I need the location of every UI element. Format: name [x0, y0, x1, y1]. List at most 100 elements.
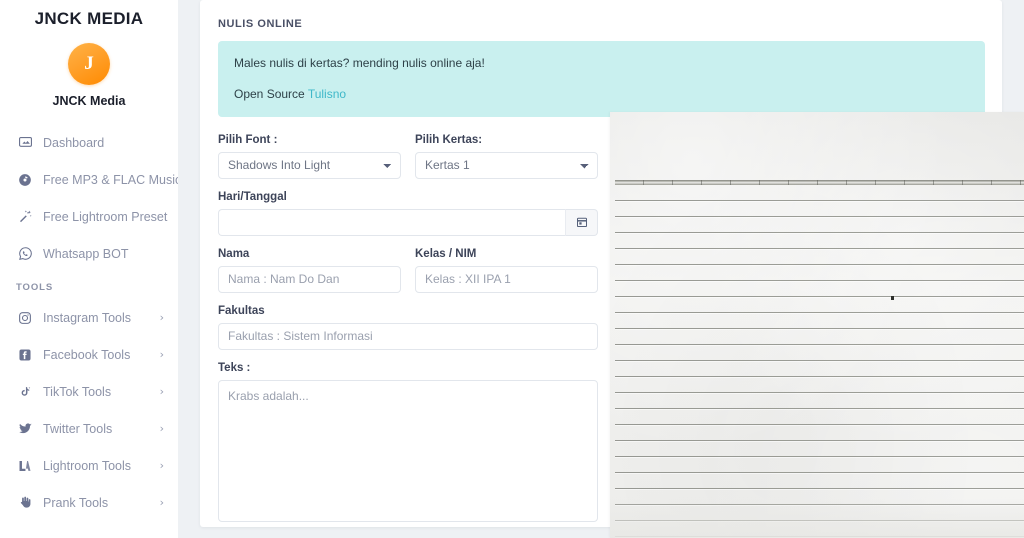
class-field-group: Kelas / NIM: [415, 248, 598, 293]
sidebar-item-label: Twitter Tools: [43, 422, 112, 436]
paper-line: [615, 360, 1024, 361]
sidebar-item-dashboard[interactable]: Dashboard: [0, 124, 178, 161]
paper-line: [615, 216, 1024, 217]
sidebar-item-label: Facebook Tools: [43, 348, 130, 362]
paper-line: [615, 280, 1024, 281]
paper-line: [615, 536, 1024, 537]
sidebar-item-label: Whatsapp BOT: [43, 247, 128, 261]
facebook-icon: [16, 346, 34, 364]
dashboard-icon: [16, 134, 34, 152]
sidebar-item-whatsapp-bot[interactable]: Whatsapp BOT: [0, 235, 178, 272]
logo-letter: J: [84, 54, 94, 73]
sidebar-item-lightroom-tools[interactable]: Lightroom Tools ›: [0, 447, 178, 484]
calendar-icon: [576, 216, 588, 228]
class-input[interactable]: [415, 266, 598, 293]
paper-line: [615, 504, 1024, 505]
faculty-input[interactable]: [218, 323, 598, 350]
alert-source-line: Open Source Tulisno: [234, 86, 969, 103]
sidebar-item-label: Free MP3 & FLAC Music: [43, 173, 178, 187]
logo-circle-icon: J: [68, 43, 110, 85]
sidebar-item-label: TikTok Tools: [43, 385, 111, 399]
paper-header-rule: [615, 180, 1024, 185]
paper-line: [615, 264, 1024, 265]
nulis-form: Pilih Font : Shadows Into Light Pilih Ke…: [218, 134, 598, 527]
chevron-right-icon: ›: [160, 386, 164, 397]
sidebar-item-label: Prank Tools: [43, 496, 108, 510]
chevron-right-icon: ›: [160, 312, 164, 323]
paper-field-group: Pilih Kertas: Kertas 1: [415, 134, 598, 179]
sidebar-item-free-lightroom-preset[interactable]: Free Lightroom Preset: [0, 198, 178, 235]
paper-label: Pilih Kertas:: [415, 134, 598, 146]
sidebar-nav: Dashboard Free MP3 & FLAC Music: [0, 124, 178, 521]
date-input[interactable]: [218, 209, 565, 236]
lightroom-icon: [16, 457, 34, 475]
name-class-row: Nama Kelas / NIM: [218, 248, 598, 293]
chevron-right-icon: ›: [160, 460, 164, 471]
app-root: JNCK MEDIA J JNCK Media Dashboard: [0, 0, 1024, 538]
music-disc-icon: [16, 171, 34, 189]
calendar-button[interactable]: [565, 209, 598, 236]
paper-line: [615, 488, 1024, 489]
name-field-group: Nama: [218, 248, 401, 293]
sidebar: JNCK MEDIA J JNCK Media Dashboard: [0, 0, 178, 538]
sidebar-item-label: Instagram Tools: [43, 311, 131, 325]
instagram-icon: [16, 309, 34, 327]
sidebar-item-prank-tools[interactable]: Prank Tools ›: [0, 484, 178, 521]
brand-subtitle: JNCK Media: [0, 94, 178, 108]
paper-line: [615, 248, 1024, 249]
paper-line: [615, 328, 1024, 329]
tulisno-link[interactable]: Tulisno: [308, 87, 346, 101]
paper-select[interactable]: Kertas 1: [415, 152, 598, 179]
paper-line: [615, 232, 1024, 233]
paper-ruled-lines: [615, 200, 1024, 538]
faculty-label: Fakultas: [218, 305, 598, 317]
paper-line: [615, 408, 1024, 409]
twitter-icon: [16, 420, 34, 438]
alert-message: Males nulis di kertas? mending nulis onl…: [234, 55, 969, 72]
sidebar-item-instagram-tools[interactable]: Instagram Tools ›: [0, 299, 178, 336]
paper-ink-mark: [891, 296, 894, 300]
text-textarea[interactable]: [218, 380, 598, 522]
paper-line: [615, 440, 1024, 441]
faculty-field-group: Fakultas: [218, 305, 598, 350]
font-paper-row: Pilih Font : Shadows Into Light Pilih Ke…: [218, 134, 598, 179]
font-select[interactable]: Shadows Into Light: [218, 152, 401, 179]
name-label: Nama: [218, 248, 401, 260]
alert-source-prefix: Open Source: [234, 87, 308, 101]
sidebar-section-tools: TOOLS: [0, 272, 178, 299]
brand-title: JNCK MEDIA: [0, 0, 178, 29]
chevron-right-icon: ›: [160, 349, 164, 360]
date-input-group: [218, 209, 598, 236]
sidebar-item-tiktok-tools[interactable]: TikTok Tools ›: [0, 373, 178, 410]
brand-logo: J: [0, 43, 178, 85]
sidebar-item-label: Lightroom Tools: [43, 459, 131, 473]
prank-hand-icon: [16, 494, 34, 512]
tiktok-icon: [16, 383, 34, 401]
chevron-right-icon: ›: [160, 423, 164, 434]
class-label: Kelas / NIM: [415, 248, 598, 260]
info-alert: Males nulis di kertas? mending nulis onl…: [218, 41, 985, 117]
sidebar-item-label: Dashboard: [43, 136, 104, 150]
sidebar-item-facebook-tools[interactable]: Facebook Tools ›: [0, 336, 178, 373]
paper-line: [615, 344, 1024, 345]
date-field-group: Hari/Tanggal: [218, 191, 598, 236]
chevron-right-icon: ›: [160, 497, 164, 508]
text-field-group: Teks :: [218, 362, 598, 527]
paper-line: [615, 424, 1024, 425]
text-label: Teks :: [218, 362, 598, 374]
sidebar-item-free-mp3-flac-music[interactable]: Free MP3 & FLAC Music: [0, 161, 178, 198]
paper-preview: [610, 112, 1024, 538]
whatsapp-icon: [16, 245, 34, 263]
paper-line: [615, 376, 1024, 377]
paper-line: [615, 296, 1024, 297]
sidebar-item-twitter-tools[interactable]: Twitter Tools ›: [0, 410, 178, 447]
sidebar-item-label: Free Lightroom Preset: [43, 210, 167, 224]
magic-wand-icon: [16, 208, 34, 226]
page-title: NULIS ONLINE: [218, 18, 984, 30]
paper-line: [615, 200, 1024, 201]
paper-line: [615, 456, 1024, 457]
font-field-group: Pilih Font : Shadows Into Light: [218, 134, 401, 179]
name-input[interactable]: [218, 266, 401, 293]
paper-line: [615, 472, 1024, 473]
paper-line: [615, 392, 1024, 393]
